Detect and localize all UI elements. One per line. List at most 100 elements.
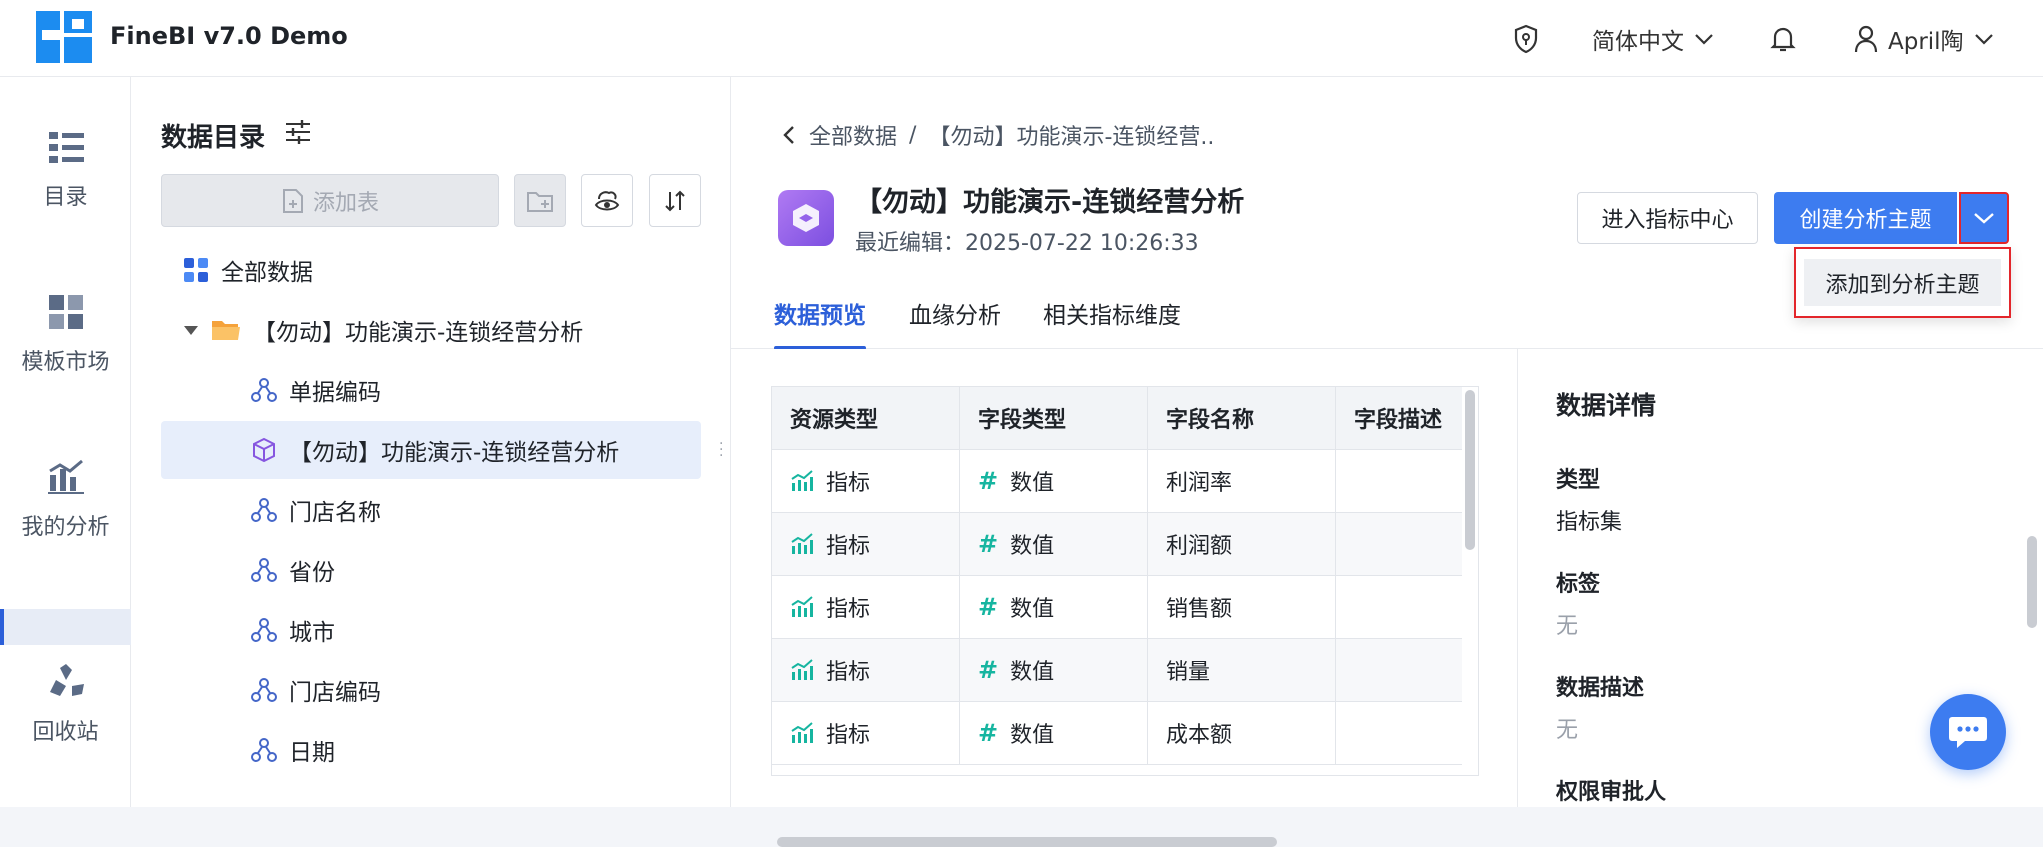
- metric-center-button[interactable]: 进入指标中心: [1577, 192, 1758, 244]
- chat-assistant-button[interactable]: [1930, 694, 2006, 770]
- nav-label: 模板市场: [21, 350, 110, 375]
- tab-bar: 数据预览 血缘分析 相关指标维度: [731, 277, 2043, 350]
- resource-type-text: 指标: [826, 660, 871, 685]
- details-scrollbar[interactable]: [2027, 536, 2037, 628]
- chat-bubble-icon: [1947, 713, 1989, 751]
- column-header: 字段名称: [1148, 387, 1336, 449]
- dataset-cube-icon: [778, 190, 834, 246]
- tree-item-folder[interactable]: 【勿动】功能演示-连锁经营分析: [183, 302, 583, 358]
- table-vertical-scrollbar[interactable]: [1465, 390, 1475, 550]
- create-topic-dropdown-toggle[interactable]: [1959, 192, 2009, 244]
- tab-data-preview[interactable]: 数据预览: [774, 277, 866, 350]
- create-analysis-topic-button[interactable]: 创建分析主题: [1774, 192, 1957, 244]
- metric-trend-icon: [790, 658, 814, 682]
- description-value: 无: [1556, 718, 1579, 743]
- chevron-down-icon: [1974, 32, 1994, 46]
- table-row[interactable]: 指标 # 数值 成本额: [772, 702, 1462, 765]
- metric-trend-icon: [790, 721, 814, 745]
- table-row[interactable]: 指标 # 数值 利润额: [772, 513, 1462, 576]
- hash-icon: #: [978, 719, 999, 747]
- notification-button[interactable]: [1770, 20, 1796, 58]
- breadcrumb-current: 【勿动】功能演示-连锁经营..: [928, 125, 1215, 150]
- tree-item-label: 全部数据: [221, 260, 313, 286]
- dimension-node-icon: [251, 617, 277, 643]
- dimension-node-icon: [251, 557, 277, 583]
- table-row[interactable]: 指标 # 数值 销售额: [772, 576, 1462, 639]
- resource-cell: 指标: [772, 450, 960, 512]
- field-type-text: 数值: [1010, 597, 1055, 622]
- last-edited-time: 最近编辑：2025-07-22 10:26:33: [855, 231, 1199, 256]
- nav-label: 回收站: [32, 720, 99, 745]
- tree-item-field[interactable]: 单据编码: [251, 362, 381, 418]
- approver-label: 权限审批人: [1556, 780, 1667, 805]
- metric-trend-icon: [790, 532, 814, 556]
- field-desc-cell: [1336, 450, 1476, 512]
- resource-type-text: 指标: [826, 534, 871, 559]
- resize-handle[interactable]: · · ·: [719, 437, 723, 463]
- metric-trend-icon: [790, 595, 814, 619]
- field-type-text: 数值: [1010, 723, 1055, 748]
- field-type-cell: # 数值: [960, 639, 1148, 701]
- add-folder-button[interactable]: [514, 174, 566, 227]
- view-toggle-button[interactable]: [581, 174, 633, 227]
- breadcrumb-separator: /: [909, 122, 917, 148]
- user-name: April陶: [1888, 29, 1964, 55]
- field-name-cell: 销量: [1148, 639, 1336, 701]
- resource-cell: 指标: [772, 576, 960, 638]
- user-menu[interactable]: April陶: [1854, 20, 1994, 58]
- caret-down-icon[interactable]: [183, 324, 199, 336]
- tab-lineage-analysis[interactable]: 血缘分析: [909, 277, 1001, 349]
- add-folder-icon: [526, 189, 554, 213]
- bell-icon: [1770, 25, 1796, 53]
- nav-item-catalog[interactable]: 目录: [0, 127, 131, 211]
- add-file-icon: [281, 188, 305, 214]
- dimension-node-icon: [251, 737, 277, 763]
- resource-cell: 指标: [772, 513, 960, 575]
- tree-item-label: 门店编码: [289, 680, 381, 706]
- tree-item-label: 城市: [289, 620, 335, 646]
- dimension-node-icon: [251, 377, 277, 403]
- left-nav: 目录 模板市场 我的分析 回收站: [0, 77, 131, 807]
- shield-button[interactable]: [1513, 20, 1539, 58]
- add-table-button[interactable]: 添加表: [161, 174, 499, 227]
- breadcrumb-root-link[interactable]: 全部数据: [809, 119, 897, 151]
- field-type-text: 数值: [1010, 534, 1055, 559]
- nav-label: 我的分析: [21, 515, 110, 540]
- app-title: FineBI v7.0 Demo: [110, 22, 348, 50]
- tree-item-field[interactable]: 门店编码: [251, 662, 381, 718]
- column-header: 字段描述: [1354, 408, 1443, 433]
- tree-item-all-data[interactable]: 全部数据: [183, 242, 313, 298]
- tree-item-field[interactable]: 城市: [251, 602, 335, 658]
- table-row[interactable]: 指标 # 数值 利润率: [772, 450, 1462, 513]
- field-desc-cell: [1336, 639, 1476, 701]
- dimension-node-icon: [251, 497, 277, 523]
- table-row[interactable]: 指标 # 数值 销量: [772, 639, 1462, 702]
- field-name-cell: 成本额: [1148, 702, 1336, 764]
- field-name-cell: 利润额: [1148, 513, 1336, 575]
- language-selector[interactable]: 简体中文: [1592, 20, 1714, 58]
- template-icon: [46, 292, 86, 332]
- back-chevron-icon[interactable]: [781, 124, 797, 146]
- catalog-panel: 数据目录 添加表 全部数据 【勿动】功能演示-连锁经营分析 单据编码 【勿动】功…: [131, 77, 731, 807]
- sort-icon: [663, 188, 687, 214]
- field-type-text: 数值: [1010, 471, 1055, 496]
- field-type-cell: # 数值: [960, 576, 1148, 638]
- sort-button[interactable]: [649, 174, 701, 227]
- filter-settings-icon[interactable]: [283, 118, 313, 146]
- tree-item-dataset-selected[interactable]: 【勿动】功能演示-连锁经营分析: [251, 422, 619, 478]
- table-horizontal-scrollbar[interactable]: [777, 837, 1277, 847]
- tree-item-field[interactable]: 门店名称: [251, 482, 381, 538]
- fields-table: 资源类型 字段类型 字段名称 字段描述 指标 # 数值 利润率 指标 # 数值 …: [771, 386, 1479, 776]
- finebi-logo-icon: [36, 8, 94, 66]
- nav-item-recycle-bin[interactable]: 回收站: [0, 662, 131, 746]
- metric-trend-icon: [790, 469, 814, 493]
- tree-item-field[interactable]: 省份: [251, 542, 335, 598]
- nav-item-my-analysis[interactable]: 我的分析: [0, 457, 131, 541]
- type-label: 类型: [1556, 468, 1601, 493]
- nav-item-template-market[interactable]: 模板市场: [0, 292, 131, 376]
- resource-type-text: 指标: [826, 471, 871, 496]
- tab-related-metrics[interactable]: 相关指标维度: [1043, 277, 1181, 349]
- field-desc-cell: [1336, 576, 1476, 638]
- data-preview-panel: 资源类型 字段类型 字段名称 字段描述 指标 # 数值 利润率 指标 # 数值 …: [731, 349, 1518, 847]
- tree-item-field[interactable]: 日期: [251, 722, 335, 778]
